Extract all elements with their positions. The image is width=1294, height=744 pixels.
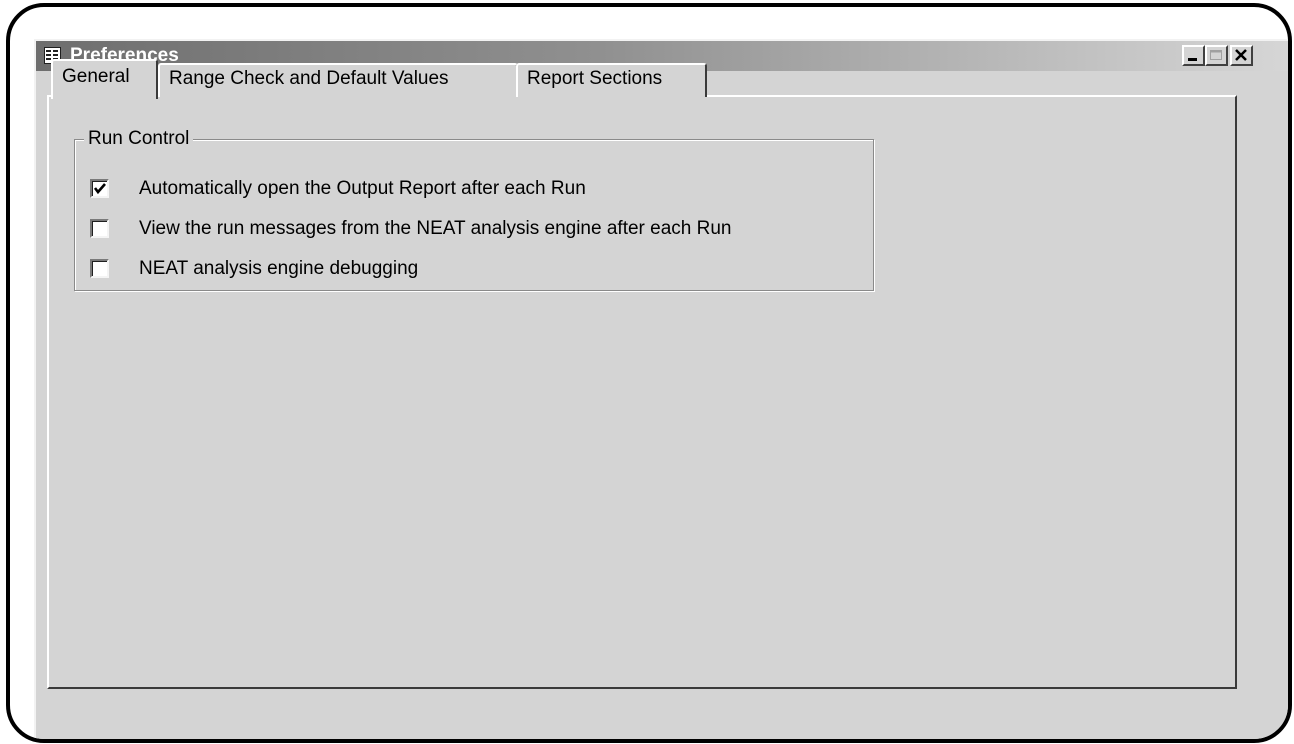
maximize-icon: [1210, 50, 1222, 60]
screenshot-frame: Preferences General Range Check and Defa…: [6, 3, 1292, 743]
run-control-label: Run Control: [84, 127, 194, 151]
tab-range-check-label: Range Check and Default Values: [169, 68, 449, 89]
engine-debugging-checkbox[interactable]: [90, 259, 109, 278]
minimize-button[interactable]: [1182, 45, 1205, 66]
tab-range-check-and-default-values[interactable]: Range Check and Default Values: [158, 63, 518, 97]
auto-open-output-report-label: Automatically open the Output Report aft…: [139, 178, 586, 199]
engine-debugging-label: NEAT analysis engine debugging: [139, 258, 419, 279]
view-run-messages-checkbox[interactable]: [90, 219, 109, 238]
tab-general[interactable]: General: [51, 59, 158, 99]
checkmark-icon: [93, 183, 106, 195]
tab-report-sections[interactable]: Report Sections: [516, 63, 707, 97]
maximize-button[interactable]: [1205, 45, 1228, 66]
minimize-icon: [1188, 58, 1197, 61]
tab-general-label: General: [62, 66, 130, 87]
close-button[interactable]: [1230, 45, 1253, 66]
tab-report-sections-label: Report Sections: [527, 68, 663, 89]
view-run-messages-label: View the run messages from the NEAT anal…: [139, 218, 732, 239]
auto-open-output-report-checkbox[interactable]: [90, 179, 109, 198]
close-icon: [1235, 49, 1247, 61]
